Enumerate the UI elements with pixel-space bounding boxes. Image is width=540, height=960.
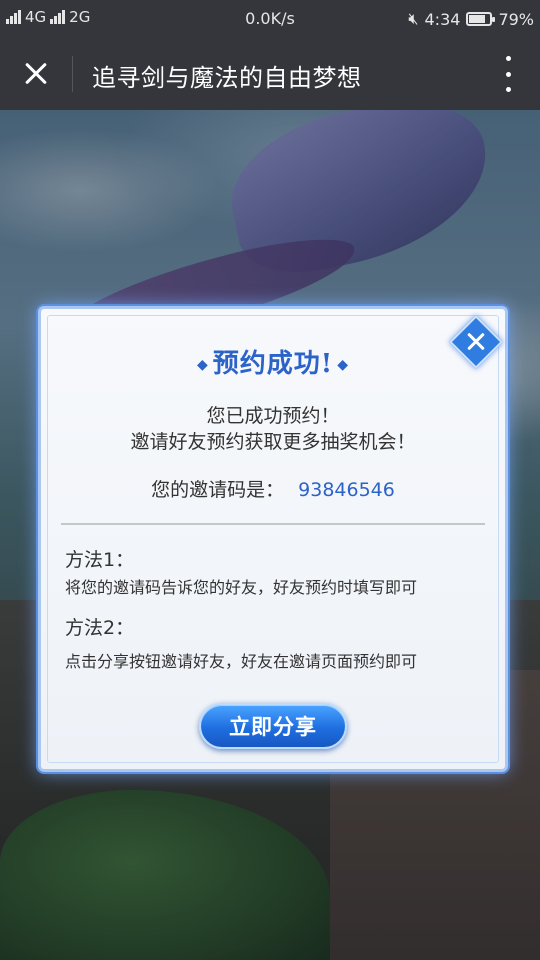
- battery-icon: [466, 12, 496, 26]
- dialog-title-text: 预约成功!: [212, 349, 334, 379]
- invite-code-label: 您的邀请码是：: [151, 479, 285, 501]
- invite-code-value: 93846546: [298, 479, 395, 501]
- diamond-ornament-icon: ◆: [337, 357, 349, 373]
- dialog-title: ◆ 预约成功! ◆: [41, 343, 505, 380]
- method2-label: 方法2：: [65, 617, 135, 639]
- diamond-ornament-icon: ◆: [197, 357, 209, 373]
- share-now-button[interactable]: 立即分享: [199, 703, 347, 749]
- mute-icon: 🔇︎: [408, 9, 419, 28]
- method2-description: 点击分享按钮邀请好友，好友在邀请页面预约即可: [65, 652, 418, 671]
- method1-label: 方法1：: [65, 549, 135, 571]
- method1-description: 将您的邀请码告诉您的好友，好友预约时填写即可: [65, 578, 418, 597]
- nav-bar: 追寻剑与魔法的自由梦想: [0, 38, 540, 110]
- status-right: 🔇︎ 4:34 79%: [408, 9, 534, 29]
- clock: 4:34: [424, 9, 461, 29]
- more-menu-icon[interactable]: [502, 56, 514, 92]
- nav-divider: [72, 56, 73, 92]
- status-bar: 4G 2G 0.0K/s 🔇︎ 4:34 79%: [0, 0, 540, 38]
- page-title: 追寻剑与魔法的自由梦想: [92, 64, 362, 92]
- battery-percent: 79%: [498, 9, 534, 29]
- invite-prompt: 邀请好友预约获取更多抽奖机会！: [130, 431, 416, 453]
- reservation-success-dialog: ◆ 预约成功! ◆ 您已成功预约！ 邀请好友预约获取更多抽奖机会！ 您的邀请码是： 9…: [38, 306, 508, 772]
- divider: [61, 523, 485, 525]
- close-icon[interactable]: [18, 58, 54, 90]
- invite-code-row: 您的邀请码是： 93846546: [41, 475, 505, 502]
- success-message: 您已成功预约！: [206, 405, 340, 427]
